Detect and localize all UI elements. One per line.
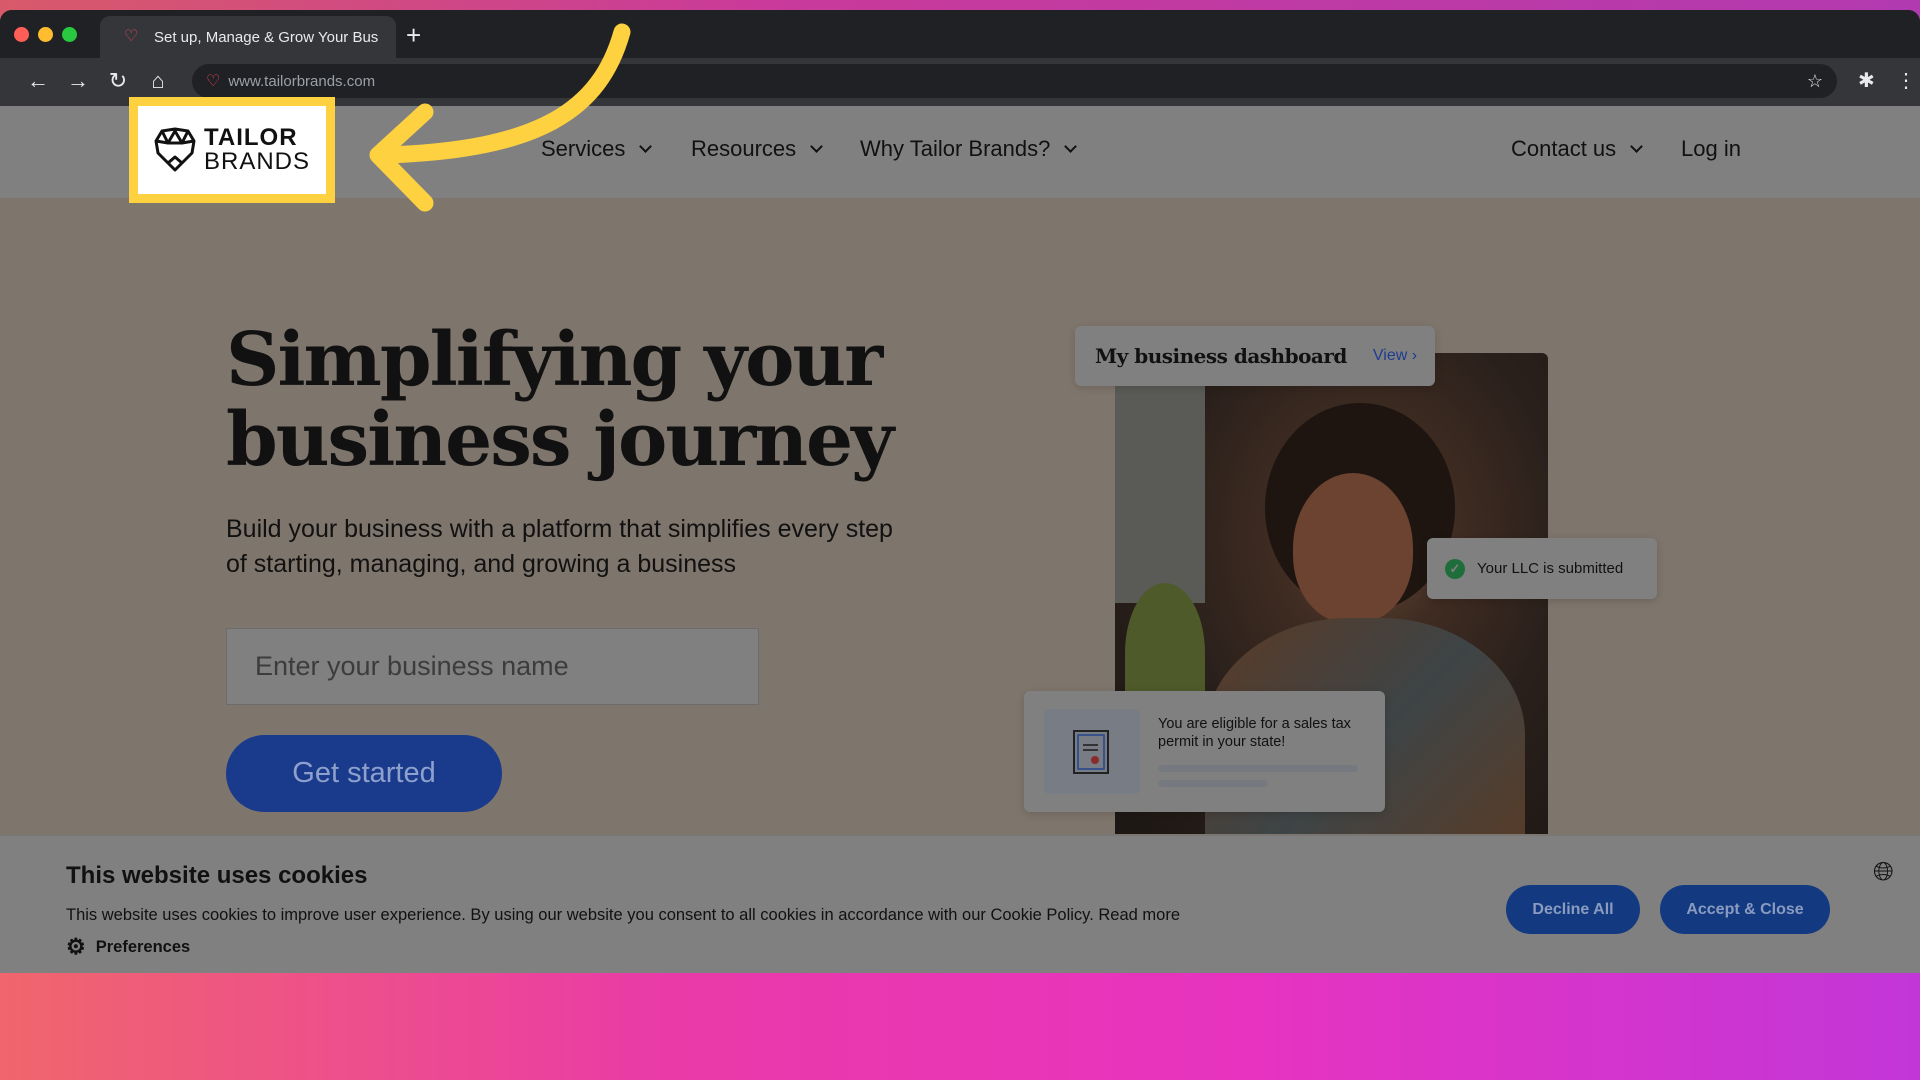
close-window-button[interactable] bbox=[14, 27, 29, 42]
forward-arrow-icon[interactable]: → bbox=[64, 68, 92, 94]
tab-bar: ♡ Set up, Manage & Grow Your Bus + bbox=[0, 10, 1920, 58]
accept-close-button[interactable]: Accept & Close bbox=[1660, 885, 1830, 934]
permit-text: You are eligible for a sales tax permit … bbox=[1158, 716, 1351, 750]
nav-label: Contact us bbox=[1511, 136, 1617, 161]
minimize-window-button[interactable] bbox=[38, 27, 53, 42]
nav-contact-us[interactable]: Contact us bbox=[1511, 136, 1644, 162]
globe-language-icon[interactable]: 🌐︎ bbox=[1873, 856, 1894, 888]
llc-status-card: ✓ Your LLC is submitted bbox=[1427, 538, 1657, 599]
site-header: Services Resources Why Tailor Brands? Co… bbox=[0, 97, 1920, 203]
logo-highlight[interactable]: TAILOR BRANDS bbox=[129, 97, 335, 203]
logo-line1: TAILOR bbox=[203, 124, 298, 151]
tab-title: Set up, Manage & Grow Your Bus bbox=[154, 28, 379, 46]
nav-label: Services bbox=[541, 136, 626, 161]
back-arrow-icon[interactable]: ← bbox=[24, 68, 52, 94]
cookie-preferences[interactable]: ⚙ Preferences bbox=[66, 934, 190, 960]
preferences-label: Preferences bbox=[95, 937, 191, 956]
cookie-banner: This website uses cookies This website u… bbox=[0, 835, 1920, 973]
reload-icon[interactable]: ↻ bbox=[104, 68, 132, 94]
dashboard-title: My business dashboard bbox=[1095, 344, 1347, 368]
placeholder-bar bbox=[1158, 765, 1358, 772]
bookmark-star-icon[interactable]: ☆ bbox=[1807, 71, 1823, 92]
logo-wordmark: TAILOR BRANDS bbox=[204, 126, 310, 174]
dashboard-card: My business dashboard View › bbox=[1075, 326, 1435, 386]
hero-title-line2: business journey bbox=[226, 397, 894, 483]
nav-label: Resources bbox=[691, 136, 797, 161]
chevron-down-icon bbox=[810, 139, 824, 153]
tailor-brands-logo-icon bbox=[154, 127, 196, 172]
browser-tab[interactable]: ♡ Set up, Manage & Grow Your Bus bbox=[100, 16, 396, 58]
desktop-background bbox=[0, 973, 1920, 1080]
llc-status-text: Your LLC is submitted bbox=[1477, 560, 1624, 577]
web-page: Services Resources Why Tailor Brands? Co… bbox=[0, 97, 1920, 973]
placeholder-bar bbox=[1158, 780, 1268, 787]
business-name-input[interactable] bbox=[226, 628, 759, 705]
certificate-icon bbox=[1044, 709, 1140, 794]
logo-line2: BRANDS bbox=[203, 148, 311, 175]
hero-title: Simplifying your business journey bbox=[226, 320, 926, 480]
chevron-down-icon bbox=[1630, 139, 1644, 153]
nav-label: Why Tailor Brands? bbox=[860, 136, 1051, 161]
check-circle-icon: ✓ bbox=[1445, 558, 1465, 579]
dashboard-view-link[interactable]: View › bbox=[1373, 347, 1417, 365]
cookie-title: This website uses cookies bbox=[66, 862, 368, 889]
url-bar[interactable]: ♡ www.tailorbrands.com ☆ bbox=[192, 64, 1837, 98]
browser-menu-icon[interactable]: ⋮ bbox=[1896, 68, 1916, 93]
home-icon[interactable]: ⌂ bbox=[144, 68, 172, 94]
extensions-puzzle-icon[interactable]: ✱ bbox=[1858, 68, 1875, 93]
gear-icon: ⚙ bbox=[66, 934, 86, 959]
nav-why-tailor-brands[interactable]: Why Tailor Brands? bbox=[860, 136, 1078, 162]
chevron-down-icon bbox=[1064, 139, 1078, 153]
nav-services[interactable]: Services bbox=[541, 136, 653, 162]
maximize-window-button[interactable] bbox=[62, 27, 77, 42]
nav-resources[interactable]: Resources bbox=[691, 136, 824, 162]
hero-title-line1: Simplifying your bbox=[226, 317, 883, 403]
new-tab-button[interactable]: + bbox=[406, 20, 421, 51]
url-text: www.tailorbrands.com bbox=[228, 72, 376, 90]
cookie-text: This website uses cookies to improve use… bbox=[66, 906, 1180, 924]
login-link[interactable]: Log in bbox=[1681, 136, 1741, 162]
permit-card: You are eligible for a sales tax permit … bbox=[1024, 691, 1385, 812]
decline-all-button[interactable]: Decline All bbox=[1506, 885, 1640, 934]
hero-subtitle: Build your business with a platform that… bbox=[226, 515, 893, 578]
get-started-button[interactable]: Get started bbox=[226, 735, 502, 812]
site-favicon-icon: ♡ bbox=[206, 73, 221, 90]
tailor-brands-favicon-icon: ♡ bbox=[124, 28, 139, 45]
chevron-down-icon bbox=[639, 139, 653, 153]
browser-window: ♡ Set up, Manage & Grow Your Bus + ← → ↻… bbox=[0, 10, 1920, 973]
